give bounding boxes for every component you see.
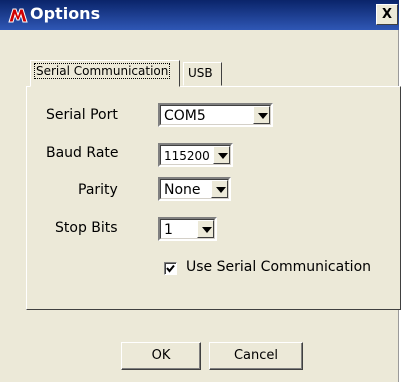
- title-bar[interactable]: Options X: [0, 0, 399, 30]
- baud-rate-select[interactable]: 115200: [158, 143, 233, 167]
- stop-bits-label: Stop Bits: [55, 220, 118, 236]
- chevron-down-icon[interactable]: [253, 106, 270, 124]
- options-dialog: Options X Serial Communication USB Seria…: [0, 0, 401, 382]
- baud-rate-label: Baud Rate: [46, 145, 119, 161]
- serial-port-select-field: COM5: [160, 105, 271, 125]
- microchip-logo-icon: [8, 8, 28, 23]
- baud-rate-value: 115200: [164, 149, 210, 163]
- ok-button[interactable]: OK: [121, 342, 201, 370]
- serial-port-value: COM5: [164, 108, 206, 124]
- stop-bits-select-field: 1: [160, 219, 215, 239]
- parity-label: Parity: [78, 182, 118, 198]
- chevron-down-icon[interactable]: [211, 180, 228, 198]
- parity-select[interactable]: None: [158, 177, 231, 201]
- use-serial-label[interactable]: Use Serial Communication: [186, 259, 371, 275]
- cancel-button[interactable]: Cancel: [209, 342, 303, 370]
- close-button[interactable]: X: [376, 4, 398, 25]
- stop-bits-select[interactable]: 1: [158, 217, 217, 241]
- window-title: Options: [30, 4, 101, 23]
- baud-rate-select-field: 115200: [160, 145, 231, 165]
- chevron-down-icon[interactable]: [213, 146, 230, 164]
- stop-bits-value: 1: [164, 222, 173, 238]
- tab-serial-communication[interactable]: Serial Communication: [30, 60, 180, 87]
- serial-port-select[interactable]: COM5: [158, 103, 273, 127]
- parity-select-field: None: [160, 179, 229, 199]
- chevron-down-icon[interactable]: [197, 220, 214, 238]
- checkmark-icon: [166, 264, 175, 273]
- tab-serial-communication-label: Serial Communication: [33, 63, 171, 79]
- parity-value: None: [164, 182, 201, 198]
- serial-port-label: Serial Port: [46, 107, 118, 123]
- tab-usb[interactable]: USB: [183, 62, 222, 86]
- use-serial-checkbox[interactable]: [164, 262, 177, 275]
